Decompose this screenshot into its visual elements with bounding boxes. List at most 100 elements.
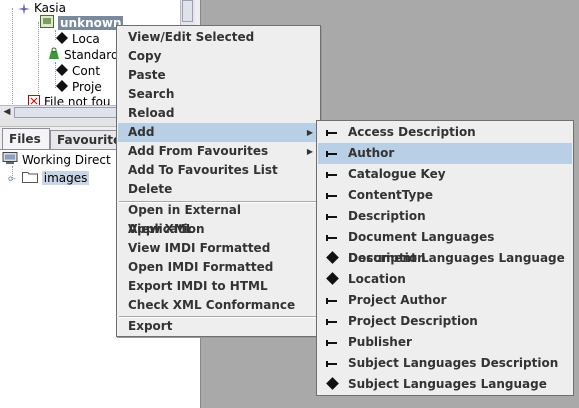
tree-item-working-directory[interactable]: Working Direct [2,152,111,168]
menu-item-reload[interactable]: Reload [118,104,319,123]
tree-item-label: Standard [64,48,119,62]
submenu-item-description[interactable]: Description [318,206,572,227]
menu-item-label: View/Edit Selected [128,30,255,44]
dash-icon [326,164,340,185]
submenu-item-catalogue-key[interactable]: Catalogue Key [318,164,572,185]
menu-item-open-imdi-formatted[interactable]: Open IMDI Formatted [118,258,319,277]
tree-item-project[interactable]: Proje [56,79,102,95]
menu-item-label: Copy [128,49,162,63]
submenu-item-access-description[interactable]: Access Description [318,122,572,143]
menu-item-export[interactable]: Export [118,317,319,336]
diamond-icon [326,269,340,290]
menu-item-label: Open IMDI Formatted [128,260,274,274]
tree-item-unknown[interactable]: unknown [40,15,124,32]
menu-item-label: Paste [128,68,166,82]
submenu-item-label: Location [348,272,406,286]
dash-icon [326,143,340,164]
submenu-arrow-icon: ▶ [306,128,313,137]
dash-icon [326,122,340,143]
tree-item-location[interactable]: Loca [56,31,100,47]
dash-icon [326,332,340,353]
submenu-item-label: Access Description [348,125,476,139]
menu-item-label: Export IMDI to HTML [128,279,268,293]
scroll-left-icon[interactable]: ◀ [1,107,13,118]
menu-item-label: Delete [128,182,173,196]
tree-item-images[interactable]: o- images [8,170,90,187]
tree-item-label: Loca [72,32,100,46]
submenu-item-label: Document Languages Language [348,251,565,265]
dash-icon [326,311,340,332]
diamond-icon [326,374,340,395]
menu-item-label: Export [128,319,173,333]
submenu-arrow-icon: ▶ [306,147,313,156]
tab-files[interactable]: Files [2,128,50,149]
expand-toggle-icon[interactable]: o- [8,171,16,187]
menu-item-label: View XML [128,222,194,236]
dash-icon [326,227,340,248]
bag-icon [48,47,60,64]
menu-item-label: Add From Favourites [128,144,269,158]
menu-item-add[interactable]: Add ▶ [118,123,319,142]
tree-item-label: Working Direct [22,153,111,167]
submenu-item-label: Description [348,209,426,223]
menu-item-label: Check XML Conformance [128,298,296,312]
menu-item-add-from-favourites[interactable]: Add From Favourites ▶ [118,142,319,161]
dash-icon [326,290,340,311]
tree-item-label: Cont [72,64,101,78]
menu-item-view-imdi-formatted[interactable]: View IMDI Formatted [118,239,319,258]
tree-line [38,22,39,102]
submenu-item-label: Publisher [348,335,412,349]
submenu-item-label: Author [348,146,395,160]
menu-item-search[interactable]: Search [118,85,319,104]
menu-item-label: Add To Favourites List [128,163,278,177]
submenu-item-project-author[interactable]: Project Author [318,290,572,311]
tab-label: Files [9,132,41,146]
diamond-icon [56,31,68,48]
computer-icon [2,152,18,169]
menu-item-view-xml[interactable]: View XML [118,220,319,239]
submenu-item-project-description[interactable]: Project Description [318,311,572,332]
dash-icon [326,353,340,374]
dash-icon [326,185,340,206]
tree-item-label: images [41,171,90,185]
add-submenu: Access Description Author Catalogue Key … [316,120,574,396]
menu-item-export-imdi-html[interactable]: Export IMDI to HTML [118,277,319,296]
submenu-item-document-languages-language[interactable]: Document Languages Language [318,248,572,269]
tree-item-label: Proje [72,80,102,94]
tree-item-label: unknown [58,16,124,30]
scroll-thumb[interactable] [182,0,193,22]
submenu-item-subject-languages-language[interactable]: Subject Languages Language [318,374,572,395]
folder-icon [21,171,38,187]
menu-item-copy[interactable]: Copy [118,47,319,66]
menu-item-check-xml[interactable]: Check XML Conformance [118,296,319,315]
diamond-icon [326,248,340,269]
submenu-item-publisher[interactable]: Publisher [318,332,572,353]
tree-line [12,8,13,108]
tree-item-label: Kasia [34,1,66,15]
submenu-item-document-languages-description[interactable]: Document Languages Description [318,227,572,265]
submenu-item-label: Project Description [348,314,478,328]
submenu-item-label: Subject Languages Description [348,356,559,370]
menu-item-label: Reload [128,106,175,120]
diamond-icon [56,63,68,80]
session-icon [40,15,54,32]
menu-item-paste[interactable]: Paste [118,66,319,85]
tree-item-kasia[interactable]: Kasia [18,0,66,16]
submenu-item-label: Project Author [348,293,447,307]
context-menu: View/Edit Selected Copy Paste Search Rel… [116,25,321,337]
menu-item-label: Add [128,125,155,139]
tree-item-standard[interactable]: Standard [48,47,119,63]
submenu-item-subject-languages-description[interactable]: Subject Languages Description [318,353,572,374]
menu-item-add-to-favourites-list[interactable]: Add To Favourites List [118,161,319,180]
menu-item-delete[interactable]: Delete [118,180,319,199]
submenu-item-contenttype[interactable]: ContentType [318,185,572,206]
menu-item-open-external[interactable]: Open in External Application [118,201,319,236]
menu-item-label: Search [128,87,175,101]
menu-item-view-edit-selected[interactable]: View/Edit Selected [118,28,319,47]
submenu-item-label: ContentType [348,188,434,202]
submenu-item-label: Catalogue Key [348,167,446,181]
submenu-item-location[interactable]: Location [318,269,572,290]
submenu-item-author[interactable]: Author [318,143,572,164]
tree-item-content[interactable]: Cont [56,63,100,79]
tree-node-icon [18,2,30,15]
